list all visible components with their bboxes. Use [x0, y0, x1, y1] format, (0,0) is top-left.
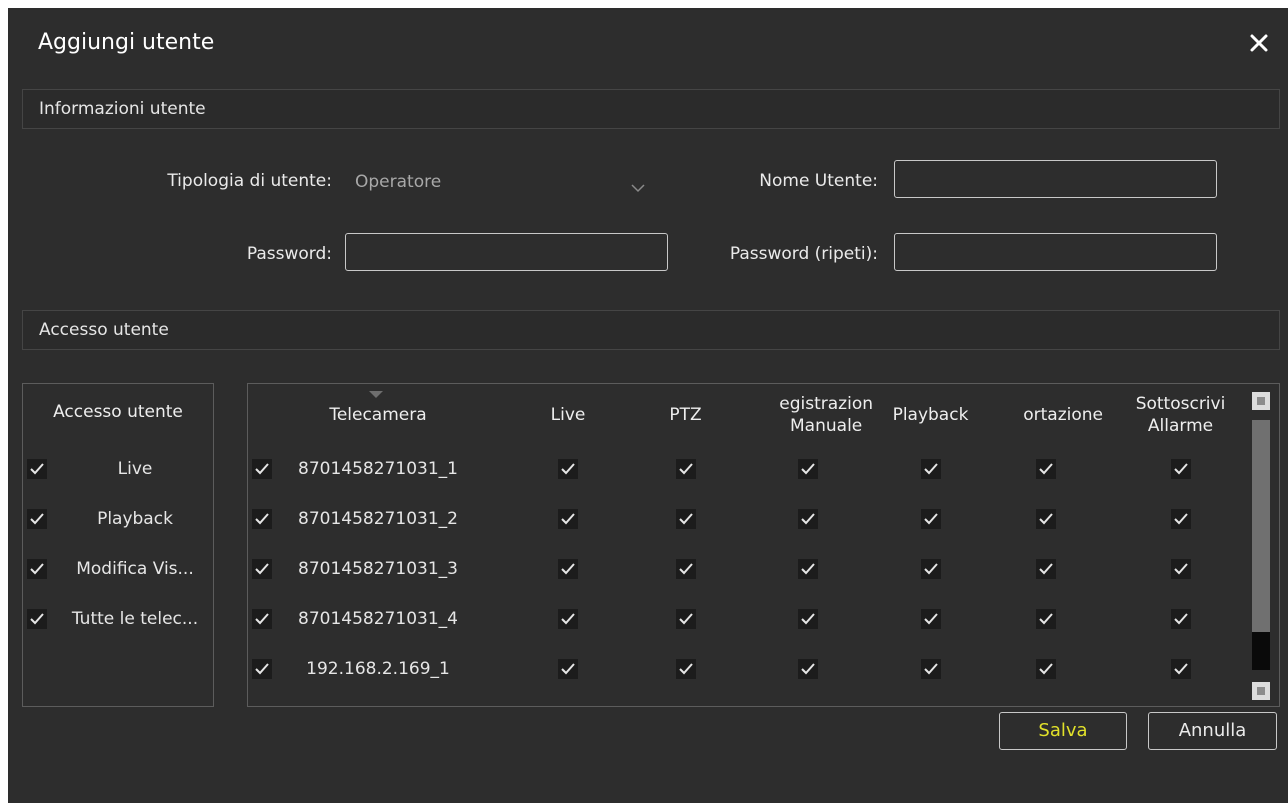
column-header-alarm-subscribe[interactable]: Sottoscrivi Allarme: [1108, 384, 1253, 446]
permission-alarm-checkbox[interactable]: [1170, 459, 1191, 479]
section-user-info-title: Informazioni utente: [39, 99, 206, 119]
access-item-all-cameras[interactable]: Tutte le telec...: [23, 600, 213, 638]
chevron-down-icon[interactable]: [631, 178, 645, 193]
table-row[interactable]: 8701458271031_2: [248, 500, 1253, 538]
permission-manual-rec-checkbox[interactable]: [798, 459, 818, 479]
access-live-checkbox[interactable]: [27, 459, 47, 479]
permission-manual-rec-checkbox[interactable]: [798, 659, 818, 679]
camera-name: 8701458271031_3: [298, 559, 458, 579]
permission-ptz-checkbox[interactable]: [675, 659, 696, 679]
permission-playback-checkbox[interactable]: [920, 609, 941, 629]
camera-permissions-table: Telecamera Live PTZ egistrazion Manuale …: [247, 383, 1280, 707]
camera-name: 192.168.2.169_1: [306, 659, 450, 679]
permission-alarm-checkbox[interactable]: [1170, 659, 1191, 679]
permission-export-checkbox[interactable]: [1035, 459, 1056, 479]
camera-name: 8701458271031_2: [298, 509, 458, 529]
cancel-button[interactable]: Annulla: [1148, 712, 1277, 750]
user-type-label: Tipologia di utente:: [167, 171, 332, 191]
add-user-dialog: Aggiungi utente Informazioni utente Tipo…: [8, 8, 1288, 803]
column-header-manual-recording[interactable]: egistrazion Manuale: [743, 384, 873, 446]
permission-export-checkbox[interactable]: [1035, 559, 1056, 579]
access-edit-view-checkbox[interactable]: [27, 559, 47, 579]
access-panel-header: Accesso utente: [53, 402, 183, 422]
permission-playback-checkbox[interactable]: [920, 509, 941, 529]
section-user-access-title: Accesso utente: [39, 320, 169, 340]
save-button[interactable]: Salva: [999, 712, 1127, 750]
permission-live-checkbox[interactable]: [558, 659, 578, 679]
table-row[interactable]: 8701458271031_1: [248, 450, 1253, 488]
access-item-label: Modifica Vis...: [76, 559, 194, 579]
access-item-label: Tutte le telec...: [71, 609, 199, 629]
row-select-checkbox[interactable]: [252, 659, 272, 679]
table-row[interactable]: 8701458271031_3: [248, 550, 1253, 588]
password-repeat-input[interactable]: [894, 233, 1217, 271]
permission-ptz-checkbox[interactable]: [675, 509, 696, 529]
access-all-cameras-checkbox[interactable]: [27, 609, 47, 629]
close-icon[interactable]: [1246, 30, 1272, 56]
username-label: Nome Utente:: [759, 171, 878, 191]
permission-ptz-checkbox[interactable]: [675, 459, 696, 479]
permission-alarm-checkbox[interactable]: [1170, 509, 1191, 529]
permission-export-checkbox[interactable]: [1035, 509, 1056, 529]
user-type-select[interactable]: Operatore: [355, 172, 441, 192]
scroll-up-button[interactable]: [1252, 392, 1270, 410]
dialog-title: Aggiungi utente: [38, 30, 215, 55]
permission-alarm-checkbox[interactable]: [1170, 609, 1191, 629]
access-item-playback[interactable]: Playback: [23, 500, 213, 538]
access-item-label: Playback: [97, 509, 173, 529]
camera-name: 8701458271031_4: [298, 609, 458, 629]
row-select-checkbox[interactable]: [252, 559, 272, 579]
password-repeat-label: Password (ripeti):: [729, 244, 878, 264]
permission-ptz-checkbox[interactable]: [675, 609, 696, 629]
column-header-playback[interactable]: Playback: [873, 384, 988, 446]
camera-name: 8701458271031_1: [298, 459, 458, 479]
permission-ptz-checkbox[interactable]: [675, 559, 696, 579]
permission-live-checkbox[interactable]: [558, 609, 578, 629]
row-select-checkbox[interactable]: [252, 509, 272, 529]
section-user-info: Informazioni utente: [22, 89, 1280, 129]
table-row[interactable]: 192.168.2.171_1: [248, 700, 1253, 706]
column-header-ptz[interactable]: PTZ: [628, 384, 743, 446]
column-header-live[interactable]: Live: [508, 384, 628, 446]
permission-export-checkbox[interactable]: [1035, 659, 1056, 679]
password-input[interactable]: [345, 233, 668, 271]
scroll-thumb[interactable]: [1252, 420, 1270, 632]
scroll-down-button[interactable]: [1252, 682, 1270, 700]
column-header-export[interactable]: ortazione: [988, 384, 1103, 446]
permission-playback-checkbox[interactable]: [920, 459, 941, 479]
section-user-access: Accesso utente: [22, 310, 1280, 350]
row-select-checkbox[interactable]: [252, 609, 272, 629]
table-row[interactable]: 8701458271031_4: [248, 600, 1253, 638]
camera-name: 192.168.2.171_1: [278, 700, 478, 706]
access-item-label: Live: [117, 459, 153, 479]
permission-playback-checkbox[interactable]: [920, 659, 941, 679]
permission-live-checkbox[interactable]: [558, 509, 578, 529]
permission-manual-rec-checkbox[interactable]: [798, 609, 818, 629]
username-input[interactable]: [894, 160, 1217, 198]
permission-live-checkbox[interactable]: [558, 459, 578, 479]
password-label: Password:: [246, 244, 332, 264]
row-select-checkbox[interactable]: [252, 459, 272, 479]
access-item-live[interactable]: Live: [23, 450, 213, 488]
column-header-camera[interactable]: Telecamera: [278, 384, 478, 446]
permission-alarm-checkbox[interactable]: [1170, 559, 1191, 579]
table-scrollbar[interactable]: [1251, 392, 1271, 700]
access-item-edit-view[interactable]: Modifica Vis...: [23, 550, 213, 588]
permission-playback-checkbox[interactable]: [920, 559, 941, 579]
permission-manual-rec-checkbox[interactable]: [798, 559, 818, 579]
permission-export-checkbox[interactable]: [1035, 609, 1056, 629]
table-row[interactable]: 192.168.2.169_1: [248, 650, 1253, 688]
access-playback-checkbox[interactable]: [27, 509, 47, 529]
permission-manual-rec-checkbox[interactable]: [798, 509, 818, 529]
permission-live-checkbox[interactable]: [558, 559, 578, 579]
access-panel: Accesso utente Live Playback Modifica Vi…: [22, 383, 214, 707]
